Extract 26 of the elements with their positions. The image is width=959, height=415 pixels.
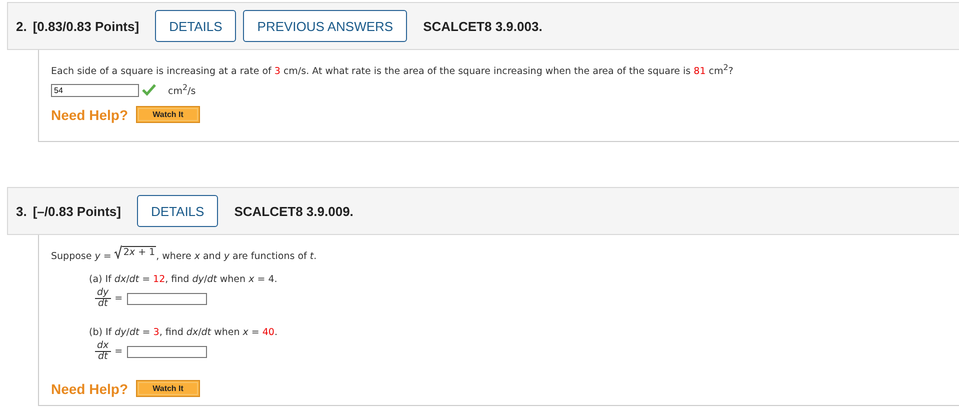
radical-sign-icon [114, 245, 122, 260]
watch-it-button[interactable]: Watch It [136, 106, 200, 124]
points-label: [0.83/0.83 Points] [32, 18, 140, 34]
question-text: Suppose y = 2x + 1, where x and y are functions of t. [51, 245, 318, 264]
unit-label: cm$^{2}$/s [168, 83, 196, 98]
equals-sign: = [114, 293, 123, 304]
fraction: dy dt [95, 288, 111, 310]
header-button[interactable]: DETAILS [136, 195, 218, 228]
header-button[interactable]: PREVIOUS ANSWERS [243, 10, 408, 42]
equals-sign: = [114, 346, 123, 358]
question-number: 3. [16, 204, 27, 219]
header-button[interactable]: DETAILS [155, 10, 236, 42]
question-text: Each side of a square is increasing at a rate of 3 cm/s. At what rate is the area of the square increasing when the area of the square is 81 cm$^{2}$? [51, 62, 734, 80]
part-question: (a) If dx/dt = 12, find dy/dt when x = 4. [89, 273, 278, 288]
points-label: [–/0.83 Points] [32, 204, 121, 219]
answer-field[interactable]: 54 [51, 84, 139, 97]
answer-field[interactable] [126, 346, 207, 358]
watch-it-button[interactable]: Watch It [136, 380, 200, 398]
fraction: dx dt [95, 341, 111, 362]
answer-field[interactable] [126, 292, 207, 305]
part-question: (b) If dy/dt = 3, find dx/dt when x = 40. [89, 326, 278, 340]
question-number: 2. [16, 18, 27, 34]
problem-code: SCALCET8 3.9.003. [423, 18, 542, 34]
problem-code: SCALCET8 3.9.009. [234, 204, 354, 219]
need-help-label: Need Help? [51, 106, 128, 123]
need-help-label: Need Help? [51, 380, 128, 397]
